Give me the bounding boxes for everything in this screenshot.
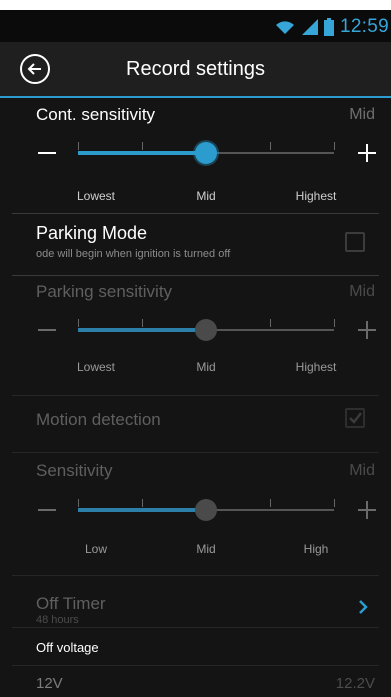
status-time: 12:59	[339, 16, 389, 37]
sensitivity-value: Mid	[349, 462, 375, 479]
slider-tick	[142, 319, 143, 327]
motion-detection-checkbox[interactable]	[345, 408, 365, 428]
slider-tick	[334, 319, 335, 327]
scale-label-mid: Mid	[196, 542, 216, 556]
off-timer-row[interactable]: Off Timer 48 hours	[0, 576, 391, 626]
slider-tick	[78, 142, 79, 150]
slider-fill	[78, 151, 206, 155]
off-timer-label: Off Timer	[36, 594, 106, 613]
divider	[12, 275, 379, 276]
slider-tick	[334, 142, 335, 150]
slider-tick	[78, 499, 79, 507]
slider-thumb[interactable]	[195, 499, 217, 521]
battery-icon	[323, 18, 334, 36]
slider-tick	[78, 319, 79, 327]
slider-tick	[142, 142, 143, 150]
minus-icon[interactable]	[38, 509, 56, 511]
parking-sensitivity-label: Parking sensitivity	[36, 282, 173, 301]
parking-mode-label: Parking Mode	[36, 223, 148, 243]
cont-sensitivity-slider[interactable]	[36, 138, 376, 168]
scale-label-min: Lowest	[76, 360, 116, 374]
slider-fill	[78, 328, 206, 332]
scale-label-max: Highest	[295, 360, 337, 374]
cont-sensitivity-label: Cont. sensitivity	[36, 105, 156, 124]
divider	[12, 395, 379, 396]
off-voltage-heading: Off voltage	[36, 640, 99, 655]
checkmark-icon	[349, 412, 362, 424]
parking-mode-description: ode will begin when ignition is turned o…	[36, 248, 231, 260]
parking-sensitivity-slider[interactable]	[36, 315, 376, 345]
scale-label-mid: Mid	[196, 360, 216, 374]
chevron-right-icon	[359, 600, 368, 614]
signal-icon	[301, 19, 318, 35]
slider-thumb[interactable]	[195, 319, 217, 341]
off-voltage-min: 12V	[36, 675, 63, 692]
wifi-icon	[275, 21, 294, 34]
slider-tick	[270, 499, 271, 507]
phone-screen: 12:59 Record settings Cont. sensitivity …	[0, 10, 391, 697]
plus-icon-stem	[366, 144, 368, 162]
scale-label-min: Lowest	[76, 189, 116, 203]
cont-sensitivity-value: Mid	[349, 106, 375, 123]
divider	[12, 213, 379, 214]
scale-label-max: High	[303, 542, 329, 556]
status-bar: 12:59	[0, 10, 391, 42]
parking-sensitivity-value: Mid	[349, 283, 375, 300]
parking-sensitivity-scale: Lowest Mid Highest	[36, 360, 376, 378]
page-title: Record settings	[126, 58, 265, 80]
plus-icon-stem	[366, 501, 368, 519]
minus-icon[interactable]	[38, 329, 56, 331]
minus-icon[interactable]	[38, 152, 56, 154]
slider-tick	[334, 499, 335, 507]
parking-mode-checkbox[interactable]	[345, 232, 365, 252]
off-voltage-max: 12.2V	[335, 675, 375, 692]
divider	[12, 452, 379, 453]
slider-tick	[270, 319, 271, 327]
status-icons: 12:59	[274, 16, 391, 38]
app-bar: Record settings	[0, 42, 391, 98]
slider-fill	[78, 508, 206, 512]
slider-thumb[interactable]	[195, 142, 217, 164]
cont-sensitivity-scale: Lowest Mid Highest	[36, 189, 376, 207]
slider-tick	[270, 142, 271, 150]
motion-detection-label: Motion detection	[36, 410, 161, 429]
plus-icon-stem	[366, 321, 368, 339]
divider	[12, 627, 379, 628]
slider-tick	[142, 499, 143, 507]
scale-label-mid: Mid	[196, 189, 216, 203]
sensitivity-slider[interactable]	[36, 495, 376, 525]
scale-label-min: Low	[84, 542, 108, 556]
off-timer-value: 48 hours	[36, 614, 79, 626]
scale-label-max: Highest	[295, 189, 337, 203]
sensitivity-label: Sensitivity	[36, 461, 113, 480]
divider	[12, 665, 379, 666]
sensitivity-scale: Low Mid High	[36, 542, 376, 560]
